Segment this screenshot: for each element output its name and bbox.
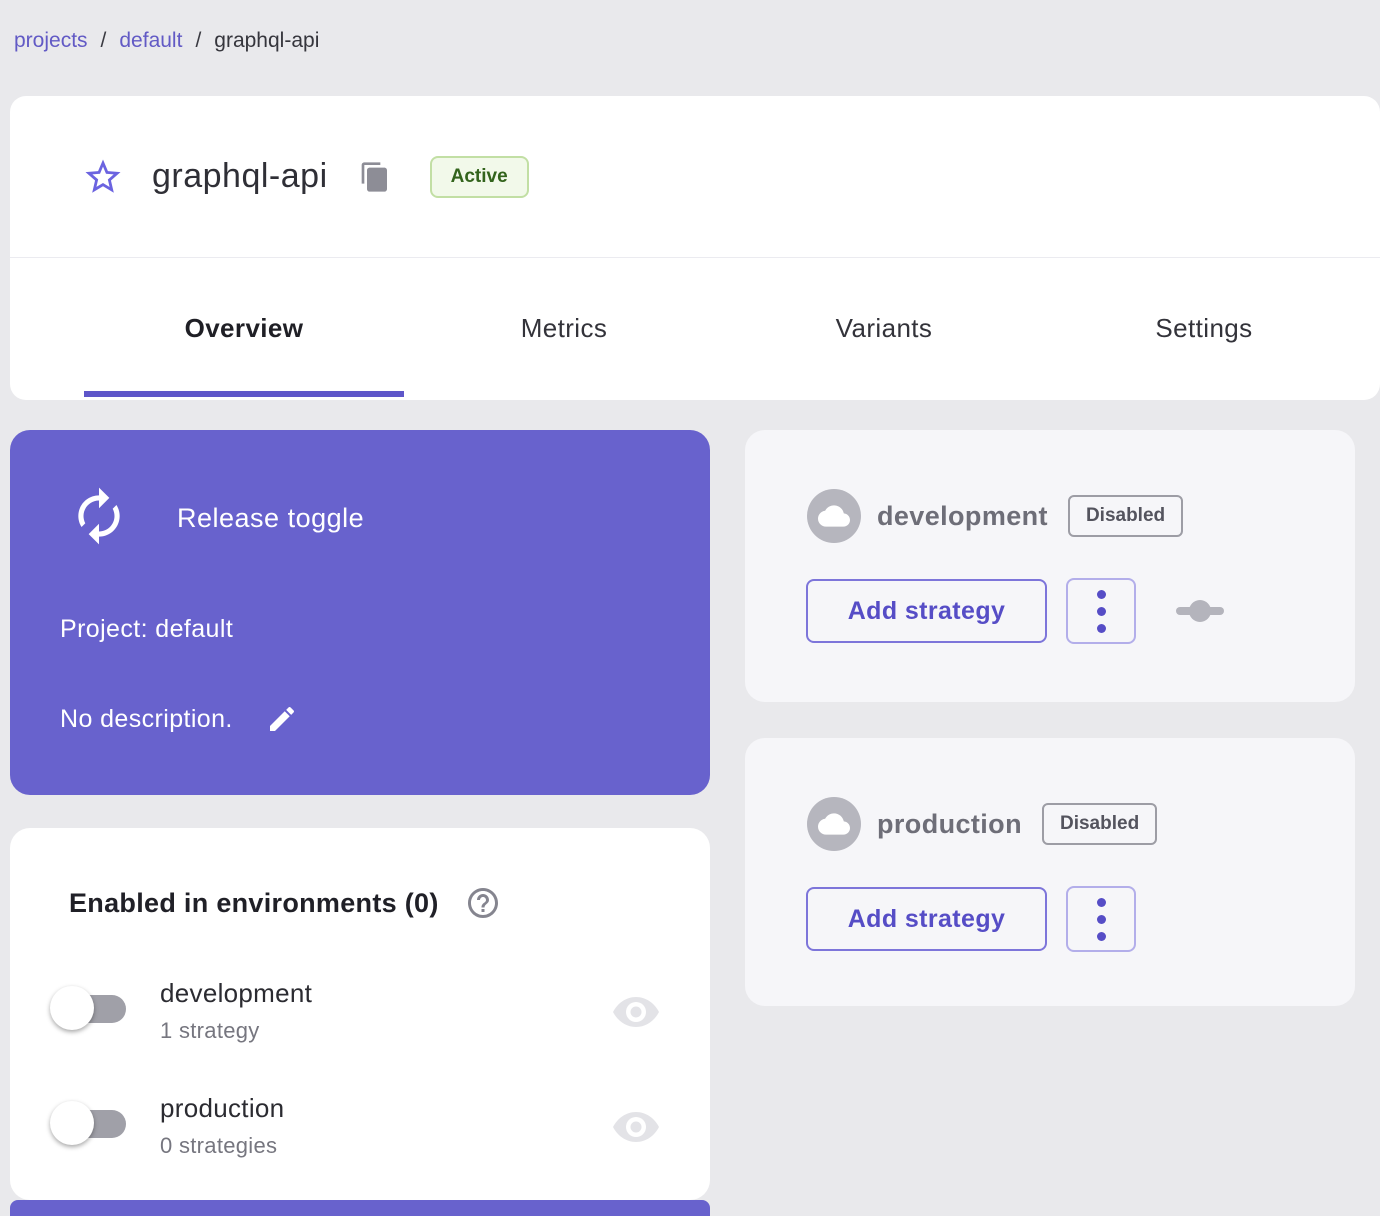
- row-labels: production 0 strategies: [160, 1093, 284, 1159]
- environment-header: development Disabled: [807, 489, 1184, 543]
- environment-card-development: development Disabled Add strategy: [745, 430, 1355, 702]
- tab-variants-label: Variants: [835, 313, 933, 343]
- tab-metrics-label: Metrics: [520, 313, 608, 343]
- tab-overview[interactable]: Overview: [84, 258, 404, 399]
- row-environment-name: production: [160, 1093, 285, 1123]
- release-cycle-icon: [68, 485, 130, 552]
- environment-actions: Add strategy: [806, 578, 1224, 644]
- breadcrumb: projects / default / graphql-api: [14, 29, 319, 53]
- flag-project-label: Project: default: [60, 615, 234, 643]
- row-strategy-count: 0 strategies: [160, 1133, 278, 1158]
- help-circle-icon[interactable]: [465, 885, 501, 921]
- title-row: graphql-api Active: [10, 96, 1380, 258]
- environment-header: production Disabled: [807, 797, 1158, 851]
- page-title: graphql-api: [152, 157, 328, 195]
- environment-toggle-row: development 1 strategy: [50, 978, 680, 1070]
- flag-type-label: Release toggle: [177, 503, 365, 533]
- environment-toggle-row: production 0 strategies: [50, 1093, 680, 1185]
- flag-type-row: Release toggle: [68, 485, 364, 552]
- add-strategy-button[interactable]: Add strategy: [806, 887, 1047, 951]
- production-toggle[interactable]: [50, 1099, 128, 1149]
- tab-metrics[interactable]: Metrics: [404, 258, 724, 399]
- environment-actions: Add strategy: [806, 886, 1136, 952]
- environment-status-badge: Disabled: [1067, 495, 1184, 537]
- environment-name: production: [877, 808, 1022, 839]
- cloud-icon: [807, 797, 861, 851]
- row-strategy-count: 1 strategy: [160, 1018, 260, 1043]
- breadcrumb-current: graphql-api: [214, 29, 320, 52]
- breadcrumb-link-default[interactable]: default: [119, 29, 182, 53]
- enabled-environments-header: Enabled in environments (0): [69, 885, 501, 921]
- environment-status-badge: Disabled: [1041, 803, 1158, 845]
- favorite-star-icon[interactable]: [82, 156, 124, 198]
- flag-description: No description.: [60, 704, 233, 733]
- active-tab-underline: [84, 391, 404, 397]
- tab-overview-label: Overview: [184, 313, 304, 343]
- breadcrumb-link-projects[interactable]: projects: [14, 29, 88, 53]
- row-labels: development 1 strategy: [160, 978, 312, 1044]
- next-card-top-edge: [10, 1200, 710, 1216]
- breadcrumb-separator: /: [100, 29, 107, 52]
- add-strategy-button[interactable]: Add strategy: [806, 579, 1047, 643]
- eye-icon[interactable]: [612, 995, 660, 1034]
- header-card: graphql-api Active Overview Metrics Vari…: [10, 96, 1380, 400]
- tab-bar: Overview Metrics Variants Settings: [10, 258, 1380, 399]
- row-environment-name: development: [160, 978, 313, 1008]
- eye-icon[interactable]: [612, 1110, 660, 1149]
- tab-settings-label: Settings: [1155, 313, 1253, 343]
- flag-description-row: No description.: [60, 702, 299, 736]
- enabled-environments-card: Enabled in environments (0) development …: [10, 828, 710, 1200]
- cloud-icon: [807, 489, 861, 543]
- enabled-environments-title: Enabled in environments (0): [69, 887, 439, 918]
- environment-card-production: production Disabled Add strategy: [745, 738, 1355, 1006]
- flag-type-card: Release toggle Project: default No descr…: [10, 430, 710, 795]
- breadcrumb-separator: /: [195, 29, 202, 52]
- commit-icon: [1176, 598, 1224, 624]
- copy-icon[interactable]: [358, 159, 392, 195]
- tab-settings[interactable]: Settings: [1044, 258, 1364, 399]
- tab-variants[interactable]: Variants: [724, 258, 1044, 399]
- kebab-menu-icon[interactable]: [1066, 578, 1136, 644]
- development-toggle[interactable]: [50, 984, 128, 1034]
- kebab-menu-icon[interactable]: [1066, 886, 1136, 952]
- status-badge: Active: [429, 155, 529, 198]
- pencil-icon[interactable]: [265, 702, 299, 736]
- environment-name: development: [877, 500, 1048, 531]
